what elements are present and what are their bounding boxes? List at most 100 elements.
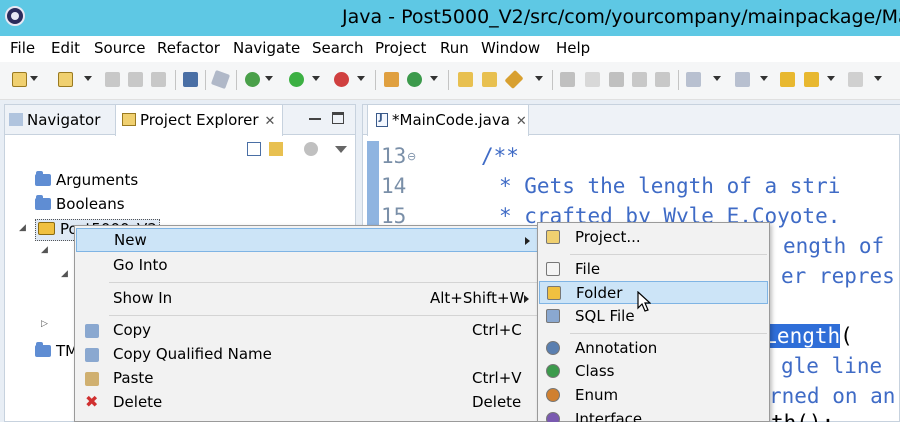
menu-refactor[interactable]: Refactor bbox=[157, 39, 220, 57]
menu-search[interactable]: Search bbox=[312, 39, 364, 57]
tab-navigator-label: Navigator bbox=[27, 111, 101, 129]
minimize-icon[interactable] bbox=[309, 112, 321, 120]
code-line[interactable]: er repres bbox=[781, 264, 895, 288]
open-type-icon[interactable] bbox=[458, 72, 473, 87]
context-menu-label: Paste bbox=[113, 369, 154, 387]
new-icon[interactable] bbox=[12, 72, 27, 87]
new-package-dropdown-icon[interactable] bbox=[84, 76, 92, 81]
menu-edit[interactable]: Edit bbox=[51, 39, 80, 57]
maximize-icon[interactable] bbox=[332, 112, 344, 124]
annotation-icon bbox=[546, 341, 560, 355]
toolbar-separator bbox=[175, 70, 176, 90]
tree-item[interactable]: TM bbox=[35, 342, 78, 364]
submenu-label: Annotation bbox=[575, 339, 658, 357]
previous-annotation-icon[interactable] bbox=[735, 72, 750, 87]
submenu-item-annotation[interactable]: Annotation bbox=[539, 337, 768, 360]
submenu-item-interface[interactable]: Interface bbox=[539, 408, 768, 422]
code-line[interactable]: th(); bbox=[771, 411, 834, 422]
search-dropdown-icon[interactable] bbox=[535, 76, 543, 81]
show-selected-only-icon[interactable] bbox=[655, 72, 670, 87]
context-menu-item-paste[interactable]: Paste Ctrl+V bbox=[76, 367, 538, 391]
collapse-all-icon[interactable] bbox=[247, 142, 261, 156]
menu-help[interactable]: Help bbox=[556, 39, 590, 57]
close-icon[interactable]: ✕ bbox=[516, 114, 527, 129]
view-filters-icon[interactable] bbox=[304, 142, 318, 156]
toggle-block-selection-icon[interactable] bbox=[585, 72, 600, 87]
menu-project[interactable]: Project bbox=[375, 39, 426, 57]
new-package-icon[interactable] bbox=[58, 72, 73, 87]
menu-file[interactable]: File bbox=[10, 39, 35, 57]
code-line[interactable]: /** bbox=[481, 144, 519, 168]
expand-icon[interactable]: ◢ bbox=[19, 223, 26, 233]
view-menu-icon[interactable] bbox=[335, 146, 347, 153]
code-line[interactable]: gle line bbox=[781, 354, 882, 378]
context-menu-item-copy-qualified-name[interactable]: Copy Qualified Name bbox=[76, 343, 538, 367]
context-menu-item-copy[interactable]: Copy Ctrl+C bbox=[76, 319, 538, 343]
code-line[interactable]: ength of bbox=[783, 234, 884, 258]
code-line[interactable]: * Gets the length of a stri bbox=[499, 174, 840, 198]
save-icon[interactable] bbox=[105, 72, 120, 87]
next-annotation-dropdown-icon[interactable] bbox=[713, 76, 721, 81]
new-dropdown-icon[interactable] bbox=[30, 76, 38, 81]
show-whitespace-icon[interactable] bbox=[609, 72, 624, 87]
submenu-item-file[interactable]: File bbox=[539, 258, 768, 281]
tab-maincode-java[interactable]: *MainCode.java ✕ bbox=[367, 105, 529, 136]
forward-icon[interactable] bbox=[848, 72, 863, 87]
menu-run[interactable]: Run bbox=[440, 39, 469, 57]
debug-dropdown-icon[interactable] bbox=[265, 76, 273, 81]
expand-icon[interactable]: ◢ bbox=[41, 245, 48, 255]
close-icon[interactable]: ✕ bbox=[265, 114, 276, 129]
link-with-editor-icon[interactable] bbox=[269, 142, 283, 156]
submenu-label: Class bbox=[575, 362, 615, 380]
project-explorer-icon bbox=[122, 113, 136, 126]
back-dropdown-icon[interactable] bbox=[827, 76, 835, 81]
open-console-icon[interactable] bbox=[183, 72, 198, 87]
open-folder-icon[interactable] bbox=[482, 72, 497, 87]
new-class-dropdown-icon[interactable] bbox=[430, 76, 438, 81]
back-icon[interactable] bbox=[804, 72, 819, 87]
save-all-icon[interactable] bbox=[128, 72, 143, 87]
forward-dropdown-icon[interactable] bbox=[874, 76, 882, 81]
last-edit-location-icon[interactable] bbox=[780, 72, 795, 87]
toggle-breadcrumb-icon[interactable] bbox=[632, 72, 647, 87]
submenu-label: Project... bbox=[575, 228, 641, 246]
tab-project-explorer[interactable]: Project Explorer ✕ bbox=[115, 105, 283, 136]
submenu-item-project[interactable]: Project... bbox=[539, 226, 768, 249]
submenu-item-enum[interactable]: Enum bbox=[539, 384, 768, 407]
fold-icon[interactable]: ⊖ bbox=[407, 150, 416, 163]
tree-item[interactable]: Booleans bbox=[35, 195, 125, 217]
debug-icon[interactable] bbox=[245, 72, 260, 87]
menu-separator bbox=[109, 282, 537, 283]
context-menu-label: Go Into bbox=[113, 256, 168, 274]
submenu-item-folder[interactable]: Folder bbox=[539, 281, 768, 304]
submenu-item-class[interactable]: Class bbox=[539, 360, 768, 383]
context-menu-item-new[interactable]: New bbox=[76, 228, 538, 252]
submenu-item-sql-file[interactable]: SQL File bbox=[539, 305, 768, 328]
context-menu-item-show-in[interactable]: Show In Alt+Shift+W bbox=[76, 287, 538, 311]
tree-item[interactable]: Arguments bbox=[35, 171, 138, 193]
run-icon[interactable] bbox=[289, 72, 304, 87]
search-icon[interactable] bbox=[504, 69, 524, 90]
expand-icon[interactable]: ◢ bbox=[61, 269, 68, 279]
context-menu-item-delete[interactable]: ✖ Delete Delete bbox=[76, 391, 538, 415]
tab-navigator[interactable]: Navigator bbox=[9, 105, 115, 135]
toggle-mark-occurrences-icon[interactable] bbox=[560, 72, 575, 87]
eclipse-logo-icon[interactable] bbox=[5, 6, 25, 26]
menu-source[interactable]: Source bbox=[94, 39, 146, 57]
menu-navigate[interactable]: Navigate bbox=[233, 39, 300, 57]
menu-window[interactable]: Window bbox=[481, 39, 540, 57]
collapse-icon[interactable]: ▷ bbox=[41, 319, 48, 329]
context-menu-item-go-into[interactable]: Go Into bbox=[76, 254, 538, 278]
run-external-tools-icon[interactable] bbox=[334, 72, 349, 87]
print-icon[interactable] bbox=[151, 72, 166, 87]
new-java-project-icon[interactable] bbox=[384, 72, 399, 87]
skip-breakpoints-icon[interactable] bbox=[210, 69, 231, 90]
previous-annotation-dropdown-icon[interactable] bbox=[760, 76, 768, 81]
copy-icon bbox=[85, 324, 99, 338]
new-java-class-icon[interactable] bbox=[407, 72, 422, 87]
code-line[interactable]: rned on an bbox=[769, 384, 895, 408]
run-dropdown-icon[interactable] bbox=[312, 76, 320, 81]
next-annotation-icon[interactable] bbox=[686, 72, 701, 87]
chevron-right-icon bbox=[524, 295, 529, 303]
external-tools-dropdown-icon[interactable] bbox=[357, 76, 365, 81]
